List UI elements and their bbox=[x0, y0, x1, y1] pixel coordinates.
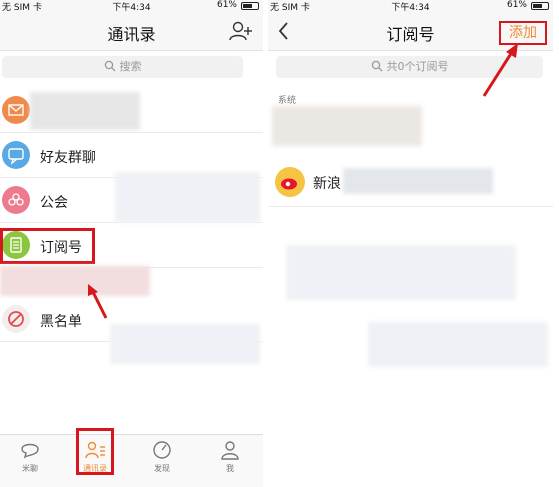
mail-icon bbox=[2, 96, 30, 124]
list-item-label: 公会 bbox=[40, 195, 68, 211]
battery-percent: 61% bbox=[216, 0, 237, 10]
status-bar: 无 SIM 卡 下午4:34 61% bbox=[268, 0, 553, 13]
section-header: 系统 bbox=[278, 96, 297, 106]
search-placeholder: 搜索 bbox=[119, 60, 142, 73]
tab-chat[interactable]: 米聊 bbox=[10, 439, 50, 483]
list-item-label: 新浪 bbox=[313, 176, 341, 192]
blurred-content bbox=[115, 172, 260, 222]
list-item-weibo[interactable]: 新浪 bbox=[268, 160, 553, 207]
search-bar[interactable]: 搜索 bbox=[2, 56, 243, 78]
subscriptions-screen: 无 SIM 卡 下午4:34 61% 订阅号 添加 共0个订阅号 系统 新浪 bbox=[268, 0, 553, 487]
annotation-arrow bbox=[88, 284, 108, 319]
tab-label: 我 bbox=[226, 464, 234, 473]
search-icon bbox=[371, 60, 382, 72]
blurred-content bbox=[368, 322, 548, 367]
battery-percent: 61% bbox=[506, 0, 527, 10]
blurred-content bbox=[30, 92, 140, 130]
list-item-label: 黑名单 bbox=[40, 314, 82, 330]
battery-icon bbox=[241, 2, 259, 10]
discover-icon bbox=[153, 441, 171, 459]
add-contact-icon[interactable] bbox=[229, 20, 253, 42]
contacts-screen: 无 SIM 卡 下午4:34 61% 通讯录 搜索 好友群聊 公会 订阅号 黑名… bbox=[0, 0, 263, 487]
search-icon bbox=[104, 60, 115, 72]
blurred-content bbox=[343, 168, 493, 194]
chat-bubble-icon bbox=[21, 443, 39, 459]
weibo-icon bbox=[275, 167, 305, 197]
annotation-arrow bbox=[482, 43, 518, 97]
blurred-content bbox=[286, 245, 516, 300]
highlight-box bbox=[76, 428, 114, 475]
list-item-mail[interactable] bbox=[0, 90, 263, 133]
chat-group-icon bbox=[2, 141, 30, 169]
nav-bar: 通讯录 bbox=[0, 12, 263, 51]
search-placeholder: 共0个订阅号 bbox=[386, 60, 449, 73]
tab-label: 米聊 bbox=[22, 464, 38, 473]
blurred-content bbox=[110, 324, 260, 364]
tab-me[interactable]: 我 bbox=[210, 439, 250, 483]
profile-icon bbox=[221, 441, 239, 460]
tab-discover[interactable]: 发现 bbox=[142, 439, 182, 483]
guild-icon bbox=[2, 186, 30, 214]
list-item-blacklist[interactable]: 黑名单 bbox=[0, 299, 263, 364]
tab-bar: 米聊 通讯录 发现 我 bbox=[0, 434, 263, 487]
highlight-box bbox=[0, 228, 95, 264]
tab-label: 发现 bbox=[154, 464, 170, 473]
list-item-guild[interactable]: 公会 bbox=[0, 172, 263, 223]
battery-icon bbox=[531, 2, 549, 10]
blacklist-icon bbox=[2, 305, 30, 333]
page-title: 通讯录 bbox=[107, 25, 156, 44]
status-bar: 无 SIM 卡 下午4:34 61% bbox=[0, 0, 263, 13]
list-item-label: 好友群聊 bbox=[40, 150, 96, 166]
blurred-content bbox=[0, 266, 150, 296]
blurred-content bbox=[272, 106, 422, 146]
